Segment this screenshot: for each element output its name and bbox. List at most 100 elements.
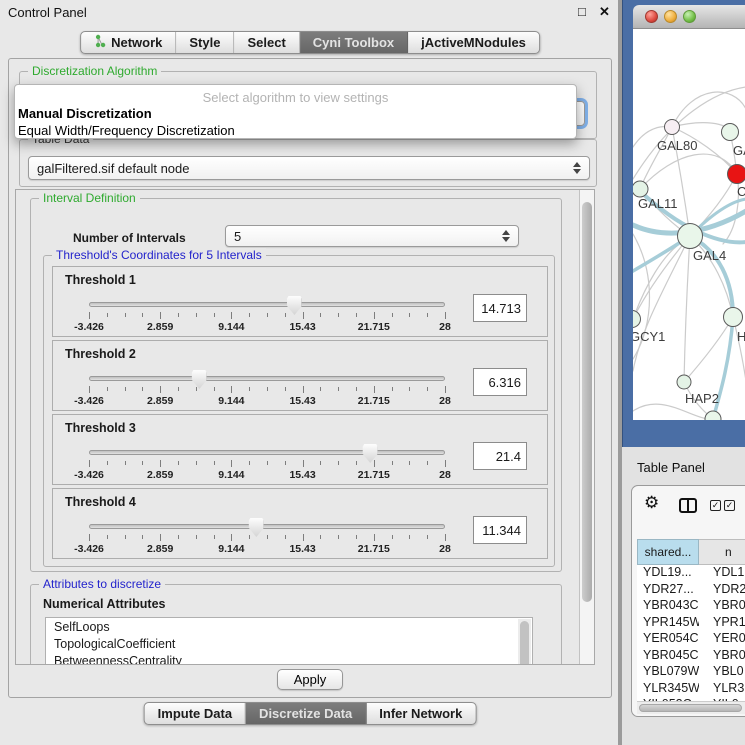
numerical-attributes-label: Numerical Attributes	[43, 597, 165, 611]
network-window-titlebar[interactable]	[633, 5, 745, 29]
thresholds-group: Threshold's Coordinates for 5 Intervals …	[43, 255, 555, 567]
network-node[interactable]	[724, 308, 743, 327]
network-node[interactable]	[677, 375, 691, 389]
tick-label: -3.426	[74, 395, 104, 407]
cell[interactable]: YLR3	[699, 681, 745, 698]
network-node[interactable]	[678, 224, 703, 249]
cell[interactable]: YBR0	[699, 598, 745, 615]
threshold-2-slider[interactable]: -3.426 2.859 9.144 15.43 21.715 28	[89, 369, 445, 409]
scrollbar-thumb[interactable]	[639, 704, 742, 712]
tab-discretize-data-label: Discretize Data	[259, 706, 352, 721]
tab-infer-network-label: Infer Network	[379, 706, 462, 721]
table-horizontal-scrollbar[interactable]	[637, 701, 745, 714]
interval-definition-group: Interval Definition Number of Intervals …	[30, 198, 562, 572]
table-row[interactable]: YPR145WYPR1	[637, 615, 745, 632]
checkbox-icon[interactable]: ✓	[710, 500, 721, 511]
tab-infer-network[interactable]: Infer Network	[366, 703, 475, 724]
network-graph: GAL80GACGAL11GAL4GCY1HHAP2	[633, 29, 745, 420]
scrollbar-thumb[interactable]	[582, 202, 592, 602]
popup-option-equal-width-frequency[interactable]: Equal Width/Frequency Discretization	[18, 123, 235, 138]
table-row[interactable]: YER054CYER0	[637, 631, 745, 648]
cell[interactable]: YLR345W	[637, 681, 699, 698]
cell[interactable]: YDR2	[699, 582, 745, 599]
zoom-traffic-light-icon[interactable]	[683, 10, 696, 23]
checkbox-icon[interactable]: ✓	[724, 500, 735, 511]
tick-label: 21.715	[358, 321, 390, 333]
tab-discretize-data[interactable]: Discretize Data	[246, 703, 366, 724]
cell[interactable]: YPR145W	[637, 615, 699, 632]
tab-network[interactable]: Network	[81, 32, 176, 53]
slider-track[interactable]	[89, 302, 445, 307]
list-item[interactable]: SelfLoops	[46, 618, 532, 635]
threshold-2-value-field[interactable]: 6.316	[473, 368, 527, 396]
column-header-name[interactable]: n	[699, 539, 745, 565]
cell[interactable]: YDR27...	[637, 582, 699, 599]
cell[interactable]: YDL19...	[637, 565, 699, 582]
minimize-traffic-light-icon[interactable]	[664, 10, 677, 23]
close-traffic-light-icon[interactable]	[645, 10, 658, 23]
columns-icon[interactable]	[679, 498, 697, 513]
threshold-3-value-field[interactable]: 21.4	[473, 442, 527, 470]
cell[interactable]: YER0	[699, 631, 745, 648]
table-data-combobox[interactable]: galFiltered.sif default node	[28, 156, 590, 180]
tab-cyni-toolbox[interactable]: Cyni Toolbox	[300, 32, 408, 53]
list-scrollbar[interactable]	[518, 619, 531, 664]
cell[interactable]: YDL1	[699, 565, 745, 582]
slider-tick-labels: -3.426 2.859 9.144 15.43 21.715 28	[89, 395, 445, 407]
popup-option-manual-discretization[interactable]: Manual Discretization	[18, 106, 152, 121]
apply-button[interactable]: Apply	[277, 669, 343, 690]
tab-select[interactable]: Select	[234, 32, 299, 53]
cell[interactable]: YPR1	[699, 615, 745, 632]
tick-label: 15.43	[289, 395, 315, 407]
table-row[interactable]: YBR045CYBR0	[637, 648, 745, 665]
network-node[interactable]	[633, 311, 641, 328]
network-node-label: C	[737, 184, 745, 199]
tab-jactivemnodules-label: jActiveMNodules	[421, 35, 526, 50]
number-of-intervals-combobox[interactable]: 5	[225, 225, 519, 247]
float-window-icon[interactable]: □	[578, 4, 586, 19]
network-node[interactable]	[665, 120, 680, 135]
control-panel-tabbar: Network Style Select Cyni Toolbox jActiv…	[80, 31, 540, 54]
slider-track[interactable]	[89, 450, 445, 455]
network-canvas[interactable]: GAL80GACGAL11GAL4GCY1HHAP2	[633, 29, 745, 420]
slider-track[interactable]	[89, 524, 445, 529]
cell[interactable]: YBL079W	[637, 664, 699, 681]
threshold-4-value-field[interactable]: 11.344	[473, 516, 527, 544]
scrollbar-thumb[interactable]	[520, 621, 529, 664]
discretization-algorithm-group-title: Discretization Algorithm	[28, 64, 161, 78]
table-row[interactable]: YDL19...YDL1	[637, 565, 745, 582]
network-node[interactable]	[722, 124, 739, 141]
slider-track[interactable]	[89, 376, 445, 381]
column-header-shared[interactable]: shared...	[637, 539, 699, 565]
cell[interactable]: YBR0	[699, 648, 745, 665]
gear-icon[interactable]: ⚙	[644, 494, 659, 512]
network-node[interactable]	[633, 181, 648, 197]
tick-label: 9.144	[218, 543, 244, 555]
tab-impute-data[interactable]: Impute Data	[145, 703, 246, 724]
list-item[interactable]: TopologicalCoefficient	[46, 635, 532, 652]
threshold-3-slider[interactable]: -3.426 2.859 9.144 15.43 21.715 28	[89, 443, 445, 483]
tab-style[interactable]: Style	[176, 32, 234, 53]
table-panel: ⚙ ✓ ✓ shared... n YDL19...YDL1 YDR27...Y…	[631, 485, 745, 717]
close-icon[interactable]: ✕	[599, 4, 610, 20]
network-node[interactable]	[728, 165, 745, 184]
settings-scrollbar[interactable]	[579, 190, 594, 664]
interval-definition-group-title: Interval Definition	[39, 191, 140, 205]
cell[interactable]: YBR045C	[637, 648, 699, 665]
table-row[interactable]: YBL079WYBL0	[637, 664, 745, 681]
network-node[interactable]	[705, 411, 721, 420]
list-item[interactable]: BetweennessCentrality	[46, 652, 532, 664]
table-data-selected: galFiltered.sif default node	[37, 161, 189, 176]
threshold-4-slider[interactable]: -3.426 2.859 9.144 15.43 21.715 28	[89, 517, 445, 557]
threshold-1-slider[interactable]: -3.426 2.859 9.144 15.43 21.715 28	[89, 295, 445, 335]
table-row[interactable]: YDR27...YDR2	[637, 582, 745, 599]
table-row[interactable]: YBR043CYBR0	[637, 598, 745, 615]
cell[interactable]: YER054C	[637, 631, 699, 648]
cell[interactable]: YBR043C	[637, 598, 699, 615]
tab-jactivemnodules[interactable]: jActiveMNodules	[408, 32, 539, 53]
threshold-2-box: Threshold 2 -3.426 2.859 9.144 15.43 21.…	[52, 340, 548, 411]
threshold-1-value-field[interactable]: 14.713	[473, 294, 527, 322]
cyni-toolbox-panel: Discretization Algorithm Table Data galF…	[8, 58, 612, 698]
cell[interactable]: YBL0	[699, 664, 745, 681]
table-row[interactable]: YLR345WYLR3	[637, 681, 745, 698]
